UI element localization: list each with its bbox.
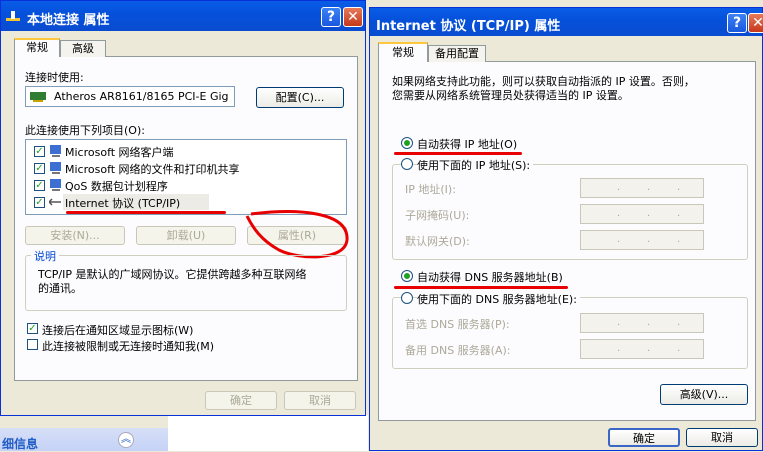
- description-line-2: 的通讯。: [38, 282, 82, 295]
- left-titlebar[interactable]: 本地连接 属性 ? ✕: [1, 1, 365, 31]
- annotation-underline-auto-ip: [394, 152, 522, 155]
- preferred-dns-label: 首选 DNS 服务器(P):: [405, 318, 510, 331]
- adapter-field: Atheros AR8161/8165 PCI-E Gig: [25, 86, 235, 107]
- show-icon-label: 连接后在通知区域显示图标(W): [42, 324, 194, 337]
- auto-ip-radio[interactable]: [401, 137, 413, 149]
- left-window-title: 本地连接 属性: [27, 13, 110, 28]
- subnet-label: 子网掩码(U):: [405, 209, 470, 222]
- connect-using-label: 连接时使用:: [25, 71, 84, 84]
- item-checkbox-4[interactable]: ✓: [34, 197, 45, 208]
- help-button[interactable]: ?: [321, 7, 341, 27]
- help-button[interactable]: ?: [727, 13, 747, 33]
- ok-button[interactable]: 确定: [205, 391, 277, 410]
- adapter-icon: [30, 92, 46, 102]
- list-item[interactable]: Microsoft 网络客户端: [65, 144, 174, 160]
- preferred-dns-input[interactable]: ...: [580, 313, 704, 333]
- gateway-input[interactable]: ...: [580, 230, 704, 250]
- tab-alternate-config[interactable]: 备用配置: [428, 45, 486, 62]
- items-list: ✓ Microsoft 网络客户端 ✓ Microsoft 网络的文件和打印机共…: [25, 139, 347, 215]
- ip-address-input[interactable]: ...: [580, 178, 704, 198]
- uninstall-button[interactable]: 卸载(U): [136, 226, 236, 245]
- bottom-info-panel: 细信息 ︽: [0, 428, 168, 451]
- item-checkbox-2[interactable]: ✓: [34, 163, 45, 174]
- details-title: 细信息: [2, 437, 39, 451]
- intro-line-2: 您需要从网络系统管理员处获得适当的 IP 设置。: [392, 89, 629, 102]
- protocol-icon: [49, 198, 61, 206]
- tab-general[interactable]: 常规: [14, 38, 60, 57]
- item-checkbox-3[interactable]: ✓: [34, 180, 45, 191]
- description-title: 说明: [31, 248, 59, 264]
- annotation-underline-tcpip: [66, 211, 226, 214]
- list-item[interactable]: Internet 协议 (TCP/IP): [65, 195, 180, 211]
- list-item[interactable]: QoS 数据包计划程序: [65, 178, 168, 194]
- close-button[interactable]: ✕: [343, 7, 363, 27]
- alternate-dns-label: 备用 DNS 服务器(A):: [405, 344, 511, 357]
- subnet-input[interactable]: ...: [580, 204, 704, 224]
- network-icon: [6, 11, 20, 21]
- alternate-dns-input[interactable]: ...: [580, 339, 704, 359]
- client-icon: [50, 145, 61, 157]
- tcpip-properties-window: Internet 协议 (TCP/IP) 属性 ? ✕ 常规 备用配置 如果网络…: [369, 7, 763, 451]
- notify-label: 此连接被限制或无连接时通知我(M): [42, 340, 215, 353]
- auto-dns-label: 自动获得 DNS 服务器地址(B): [417, 271, 563, 284]
- annotation-underline-auto-dns: [394, 286, 568, 289]
- ok-button[interactable]: 确定: [608, 428, 680, 447]
- gateway-label: 默认网关(D):: [405, 235, 470, 248]
- list-item[interactable]: Microsoft 网络的文件和打印机共享: [65, 161, 240, 177]
- ip-address-label: IP 地址(I):: [405, 183, 456, 196]
- adapter-name: Atheros AR8161/8165 PCI-E Gig: [54, 90, 229, 103]
- notify-checkbox[interactable]: [27, 339, 38, 350]
- manual-ip-radio[interactable]: [401, 158, 413, 170]
- install-button[interactable]: 安装(N)...: [25, 226, 125, 245]
- manual-ip-label: 使用下面的 IP 地址(S):: [417, 157, 534, 173]
- collapse-icon[interactable]: ︽: [118, 432, 134, 448]
- share-icon: [50, 162, 61, 174]
- configure-button[interactable]: 配置(C)...: [256, 87, 344, 108]
- manual-dns-label: 使用下面的 DNS 服务器地址(E):: [417, 291, 580, 307]
- qos-icon: [50, 179, 61, 191]
- right-titlebar[interactable]: Internet 协议 (TCP/IP) 属性 ? ✕: [370, 8, 763, 36]
- item-checkbox-1[interactable]: ✓: [34, 146, 45, 157]
- auto-dns-radio[interactable]: [401, 270, 413, 282]
- cancel-button[interactable]: 取消: [686, 428, 758, 447]
- items-label: 此连接使用下列项目(O):: [25, 124, 145, 137]
- cancel-button[interactable]: 取消: [284, 391, 356, 410]
- desktop-area: [168, 415, 368, 451]
- right-window-title: Internet 协议 (TCP/IP) 属性: [376, 19, 561, 34]
- auto-ip-label: 自动获得 IP 地址(O): [417, 138, 518, 151]
- tab-advanced[interactable]: 高级: [60, 40, 106, 57]
- local-connection-properties-window: 本地连接 属性 ? ✕ 常规 高级 连接时使用: Atheros AR8161/…: [0, 0, 366, 416]
- advanced-button[interactable]: 高级(V)...: [660, 384, 748, 405]
- tab-general[interactable]: 常规: [378, 42, 428, 62]
- show-icon-checkbox[interactable]: ✓: [27, 323, 38, 334]
- close-button[interactable]: ✕: [748, 13, 763, 33]
- manual-dns-radio[interactable]: [401, 292, 413, 304]
